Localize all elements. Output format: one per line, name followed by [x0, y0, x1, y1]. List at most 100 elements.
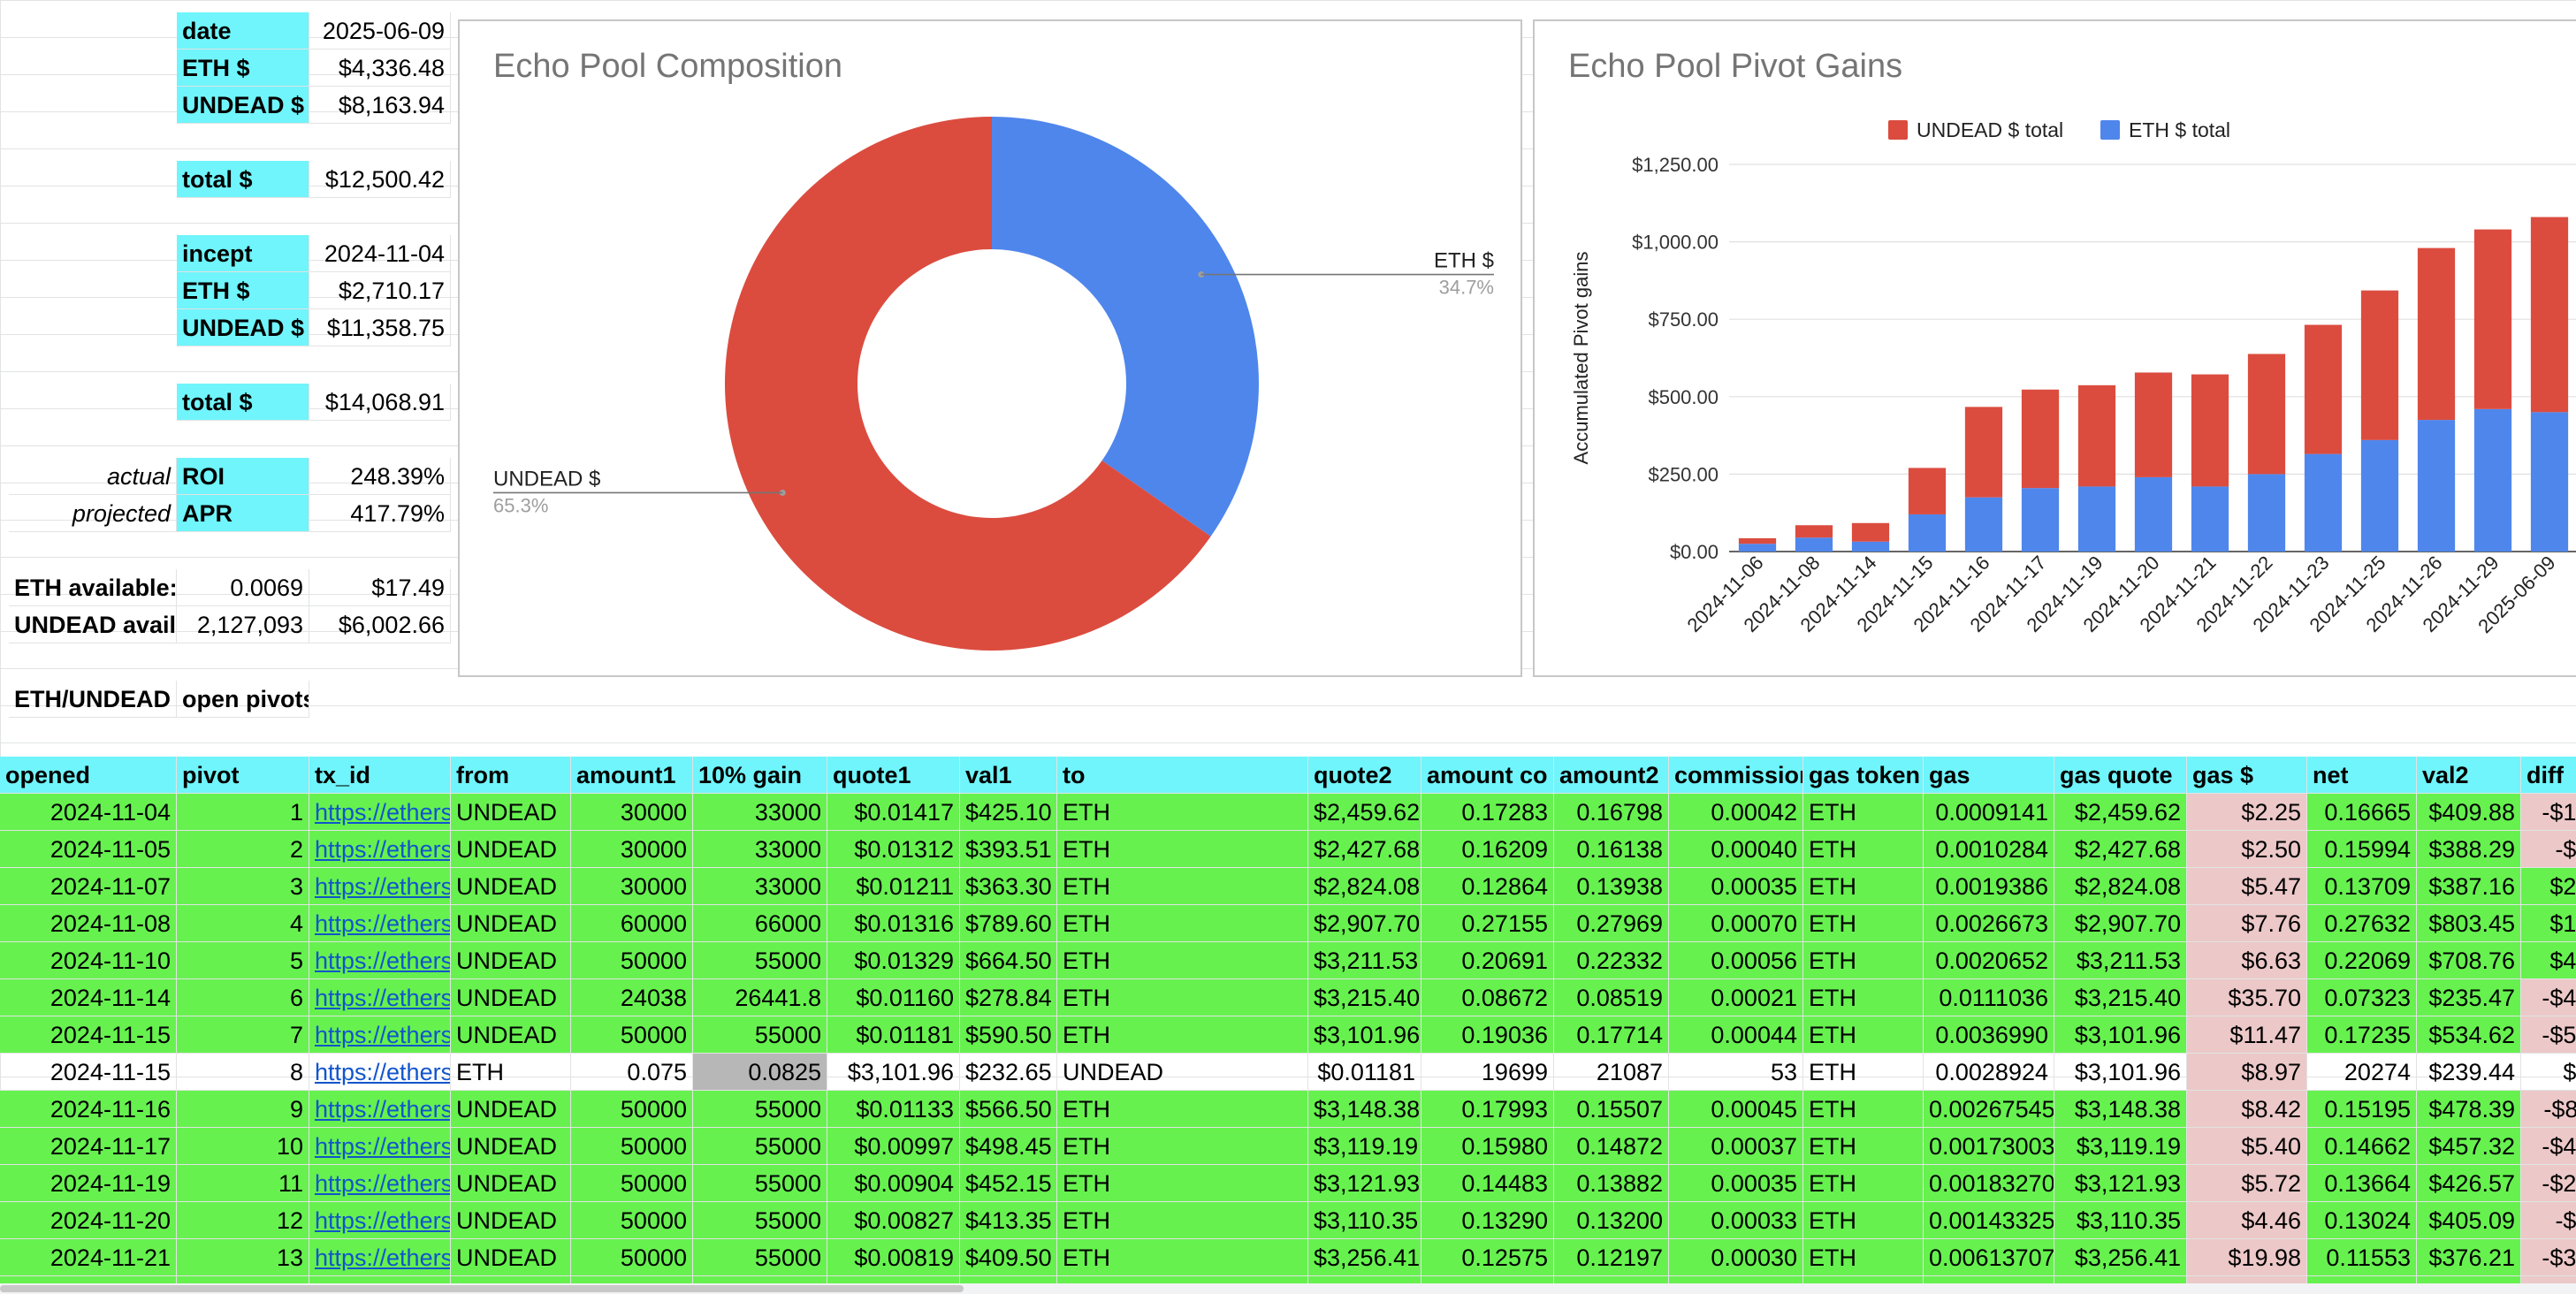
bar-undead-total[interactable] [2304, 324, 2343, 454]
table-cell[interactable]: UNDEAD [451, 868, 571, 905]
table-cell[interactable]: UNDEAD [451, 1128, 571, 1165]
table-cell[interactable]: $3,211.53 [1308, 942, 1421, 979]
table-cell[interactable]: $426.57 [2417, 1165, 2521, 1202]
table-cell[interactable]: 0.0036990 [1924, 1016, 2054, 1054]
table-header-cell[interactable]: amount2 [1554, 757, 1669, 794]
table-cell[interactable]: https://ethers [309, 1054, 451, 1091]
table-cell[interactable]: $3,101.96 [2054, 1016, 2187, 1054]
bar-eth-total[interactable] [2417, 420, 2456, 552]
table-cell[interactable]: 20274 [2307, 1054, 2417, 1091]
table-cell[interactable]: 53 [1669, 1054, 1803, 1091]
table-cell[interactable]: 0.00040 [1669, 831, 1803, 868]
table-cell[interactable]: 9 [177, 1091, 309, 1128]
table-cell[interactable]: $0.01329 [827, 942, 960, 979]
table-cell[interactable]: $3,121.93 [1308, 1165, 1421, 1202]
bar-undead-total[interactable] [2530, 217, 2569, 413]
table-cell[interactable]: https://ethers [309, 942, 451, 979]
table-cell[interactable]: $0.01160 [827, 979, 960, 1016]
table-cell[interactable]: 6 [177, 979, 309, 1016]
tx-link[interactable]: https://ethers [315, 1170, 450, 1197]
bar-undead-total[interactable] [2134, 372, 2173, 477]
table-cell[interactable]: https://ethers [309, 1202, 451, 1239]
table-cell[interactable]: 11 [177, 1165, 309, 1202]
tx-link[interactable]: https://ethers [315, 1059, 450, 1085]
table-cell[interactable]: 2024-11-05 [0, 831, 177, 868]
table-cell[interactable]: 0.0028924 [1924, 1054, 2054, 1091]
table-cell[interactable]: 5 [177, 942, 309, 979]
tx-link[interactable]: https://ethers [315, 836, 450, 863]
table-cell[interactable]: 50000 [571, 1016, 693, 1054]
table-cell[interactable]: 0.13882 [1554, 1165, 1669, 1202]
table-cell[interactable]: https://ethers [309, 1165, 451, 1202]
table-cell[interactable]: $457.32 [2417, 1128, 2521, 1165]
table-cell[interactable]: ETH [1803, 831, 1924, 868]
table-cell[interactable]: 0.16798 [1554, 794, 1669, 831]
table-cell[interactable]: $3,110.35 [2054, 1202, 2187, 1239]
table-cell[interactable]: 2024-11-10 [0, 942, 177, 979]
table-cell[interactable]: 19699 [1421, 1054, 1554, 1091]
table-cell[interactable]: 0.27632 [2307, 905, 2417, 942]
table-cell[interactable]: 26441.8 [693, 979, 827, 1016]
table-cell[interactable]: 0.19036 [1421, 1016, 1554, 1054]
bar-eth-total[interactable] [1795, 537, 1833, 552]
table-cell[interactable]: 0.13709 [2307, 868, 2417, 905]
table-cell[interactable]: $405.09 [2417, 1202, 2521, 1239]
bar-undead-total[interactable] [2077, 384, 2116, 487]
table-cell[interactable]: $2,824.08 [2054, 868, 2187, 905]
table-cell[interactable]: $278.84 [960, 979, 1057, 1016]
table-cell[interactable]: UNDEAD [451, 1165, 571, 1202]
table-cell[interactable]: $0.00827 [827, 1202, 960, 1239]
table-cell[interactable]: ETH [1057, 794, 1308, 831]
scrollbar-thumb[interactable] [0, 1285, 964, 1292]
table-cell[interactable]: $376.21 [2417, 1239, 2521, 1276]
table-cell[interactable]: $3,148.38 [1308, 1091, 1421, 1128]
table-cell[interactable]: $5.72 [2187, 1165, 2307, 1202]
table-cell[interactable]: 0.00613707 [1924, 1239, 2054, 1276]
table-cell[interactable]: -$33.29 [2521, 1239, 2576, 1276]
tx-link[interactable]: https://ethers [315, 910, 450, 937]
table-cell[interactable]: ETH [1057, 1016, 1308, 1054]
table-cell[interactable]: $2,459.62 [1308, 794, 1421, 831]
table-cell[interactable]: 55000 [693, 1165, 827, 1202]
table-cell[interactable]: 0.0010284 [1924, 831, 2054, 868]
table-cell[interactable]: $7.76 [2187, 905, 2307, 942]
table-header-cell[interactable]: tx_id [309, 757, 451, 794]
table-cell[interactable]: 0.00045 [1669, 1091, 1803, 1128]
table-cell[interactable]: 0.00033 [1669, 1202, 1803, 1239]
table-cell[interactable]: $11.47 [2187, 1016, 2307, 1054]
table-cell[interactable]: 0.0020652 [1924, 942, 2054, 979]
table-cell[interactable]: -$41.13 [2521, 1128, 2576, 1165]
table-cell[interactable]: 0.12864 [1421, 868, 1554, 905]
table-cell[interactable]: ETH [1803, 1128, 1924, 1165]
table-cell[interactable]: 0.00044 [1669, 1016, 1803, 1054]
table-cell[interactable]: $708.76 [2417, 942, 2521, 979]
bar-eth-total[interactable] [2304, 453, 2343, 552]
tx-link[interactable]: https://ethers [315, 1096, 450, 1123]
table-cell[interactable]: 30000 [571, 831, 693, 868]
bar-undead-total[interactable] [2473, 229, 2512, 409]
table-cell[interactable]: $23.86 [2521, 868, 2576, 905]
table-cell[interactable]: 12 [177, 1202, 309, 1239]
table-cell[interactable]: ETH [1803, 979, 1924, 1016]
table-cell[interactable]: 55000 [693, 1202, 827, 1239]
table-cell[interactable]: 55000 [693, 1016, 827, 1054]
table-cell[interactable]: UNDEAD [451, 831, 571, 868]
table-cell[interactable]: 0.0111036 [1924, 979, 2054, 1016]
table-cell[interactable]: $425.10 [960, 794, 1057, 831]
table-cell[interactable]: 21087 [1554, 1054, 1669, 1091]
table-cell[interactable]: ETH [1803, 1202, 1924, 1239]
table-cell[interactable]: 0.075 [571, 1054, 693, 1091]
table-cell[interactable]: $534.62 [2417, 1016, 2521, 1054]
table-cell[interactable]: 50000 [571, 1202, 693, 1239]
table-cell[interactable]: UNDEAD [451, 1091, 571, 1128]
table-cell[interactable]: https://ethers [309, 1016, 451, 1054]
table-header-cell[interactable]: gas [1924, 757, 2054, 794]
bar-eth-total[interactable] [1908, 514, 1947, 552]
table-cell[interactable]: 0.22069 [2307, 942, 2417, 979]
table-cell[interactable]: ETH [1057, 868, 1308, 905]
table-cell[interactable]: ETH [1057, 1202, 1308, 1239]
table-cell[interactable]: 50000 [571, 1128, 693, 1165]
table-cell[interactable]: $0.01316 [827, 905, 960, 942]
tx-link[interactable]: https://ethers [315, 1022, 450, 1048]
bar-eth-total[interactable] [2247, 474, 2286, 552]
